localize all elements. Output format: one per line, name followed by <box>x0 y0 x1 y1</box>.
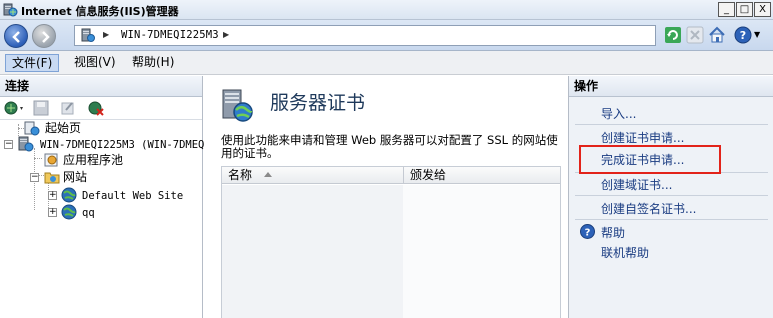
action-import[interactable]: 导入... <box>601 105 636 122</box>
page-title: 服务器证书 <box>270 92 366 114</box>
sites-folder-icon <box>44 169 60 188</box>
tree-item-server[interactable]: − WIN-7DMEQI225M3 (WIN-7DMEQ <box>0 136 205 152</box>
column-header-issued-to[interactable]: 颁发给 <box>403 167 560 184</box>
menu-file[interactable]: 文件(F) <box>5 54 60 72</box>
iis-app-icon <box>3 2 18 17</box>
expand-icon[interactable]: + <box>48 208 57 217</box>
back-button[interactable] <box>4 24 28 48</box>
action-online-help[interactable]: 联机帮助 <box>601 244 649 261</box>
tree-item-label: 应用程序池 <box>63 153 124 167</box>
server-certificates-icon <box>220 88 254 127</box>
window-title: Internet 信息服务(IIS)管理器 <box>21 5 179 18</box>
sort-ascending-icon <box>264 172 272 177</box>
tree-item-start-page[interactable]: 起始页 <box>18 120 198 136</box>
tree-item-sites[interactable]: − 网站 <box>0 169 203 185</box>
disconnect-icon[interactable] <box>88 100 104 119</box>
connections-toolbar <box>0 97 202 120</box>
forward-button[interactable] <box>32 24 56 48</box>
actions-header: 操作 <box>569 76 773 97</box>
page-description: 使用此功能来申请和管理 Web 服务器可以对配置了 SSL 的网站使用的证书。 <box>221 133 558 160</box>
table-column-name <box>222 185 403 318</box>
home-icon[interactable] <box>708 26 726 44</box>
action-help[interactable]: 帮助 <box>601 224 625 241</box>
globe-icon <box>61 204 77 223</box>
title-bar: Internet 信息服务(IIS)管理器 _ □ X <box>0 0 773 20</box>
address-bar: ▶ WIN-7DMEQI225M3 ▶ ? ▼ <box>0 20 773 51</box>
back-arrow-icon <box>12 31 20 43</box>
column-header-name[interactable]: 名称 <box>222 167 403 184</box>
help-icon: ? <box>580 224 595 242</box>
actions-separator <box>575 195 768 196</box>
connections-header: 连接 <box>0 76 202 97</box>
collapse-icon[interactable]: − <box>30 173 39 182</box>
table-header: 名称 颁发给 <box>222 167 560 184</box>
refresh-icon[interactable] <box>664 26 682 44</box>
tree-item-label: qq <box>82 207 95 219</box>
connections-panel: 连接 起始页 − WIN-7DMEQI225M3 (WIN-7DMEQ 应用程序… <box>0 76 205 318</box>
table-column-issued-to <box>403 185 560 318</box>
address-field[interactable]: ▶ WIN-7DMEQI225M3 ▶ <box>74 25 656 46</box>
svg-text:?: ? <box>585 228 591 239</box>
menu-view[interactable]: 视图(V) <box>68 54 122 72</box>
tree-item-default-web-site[interactable]: + Default Web Site <box>0 187 203 203</box>
close-button[interactable]: X <box>754 2 771 17</box>
actions-separator <box>575 124 768 125</box>
help-dropdown-icon[interactable]: ▼ <box>754 26 772 44</box>
stop-icon[interactable] <box>686 26 704 44</box>
breadcrumb-server[interactable]: WIN-7DMEQI225M3 <box>121 29 219 41</box>
action-create-certificate-request[interactable]: 创建证书申请... <box>601 129 684 146</box>
tree-item-qq[interactable]: + qq <box>0 204 203 220</box>
tree-item-label: WIN-7DMEQI225M3 (WIN-7DMEQ <box>40 139 205 151</box>
menu-bar: 文件(F) 视图(V) 帮助(H) <box>0 51 773 75</box>
action-create-domain-certificate[interactable]: 创建域证书... <box>601 176 672 193</box>
help-icon[interactable]: ? <box>734 26 752 44</box>
tree-item-app-pools[interactable]: 应用程序池 <box>0 152 203 168</box>
tree-item-label: Default Web Site <box>82 190 184 202</box>
expand-icon[interactable]: + <box>48 191 57 200</box>
maximize-button[interactable]: □ <box>736 2 753 17</box>
forward-arrow-icon <box>42 31 50 43</box>
minimize-button[interactable]: _ <box>718 2 735 17</box>
actions-panel: 操作 导入... 创建证书申请... 完成证书申请... 创建域证书... 创建… <box>568 76 773 318</box>
save-icon[interactable] <box>33 100 49 119</box>
breadcrumb-separator-icon[interactable]: ▶ <box>103 30 109 39</box>
edit-icon[interactable] <box>60 100 76 119</box>
breadcrumb-separator-icon[interactable]: ▶ <box>223 30 229 39</box>
highlight-annotation-box <box>579 145 721 174</box>
action-create-self-signed-certificate[interactable]: 创建自签名证书... <box>601 200 696 217</box>
actions-separator <box>575 219 768 220</box>
collapse-icon[interactable]: − <box>4 140 13 149</box>
tree-item-label: 起始页 <box>45 121 82 135</box>
certificates-table[interactable]: 名称 颁发给 <box>221 166 561 318</box>
connect-icon[interactable] <box>4 100 26 119</box>
tree-item-label: 网站 <box>63 170 88 184</box>
menu-help[interactable]: 帮助(H) <box>126 54 180 72</box>
server-icon <box>81 28 95 46</box>
svg-text:?: ? <box>740 29 746 42</box>
main-content: 服务器证书 使用此功能来申请和管理 Web 服务器可以对配置了 SSL 的网站使… <box>204 76 567 318</box>
